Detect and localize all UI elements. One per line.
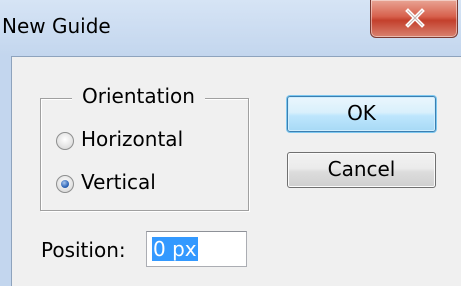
window-title: New Guide bbox=[2, 14, 111, 38]
radio-circle-selected-icon[interactable] bbox=[56, 175, 74, 193]
ok-button[interactable]: OK bbox=[287, 96, 436, 132]
radio-label-horizontal[interactable]: Horizontal bbox=[81, 127, 183, 151]
title-bar[interactable]: New Guide bbox=[0, 0, 461, 56]
position-input[interactable]: 0 px bbox=[146, 231, 247, 267]
cancel-button[interactable]: Cancel bbox=[287, 152, 436, 188]
radio-label-vertical[interactable]: Vertical bbox=[81, 170, 156, 194]
orientation-groupbox bbox=[40, 98, 249, 211]
orientation-legend: Orientation bbox=[72, 84, 205, 108]
position-label: Position: bbox=[41, 238, 126, 262]
radio-dot-icon bbox=[61, 180, 69, 188]
radio-circle-icon[interactable] bbox=[56, 132, 74, 150]
close-button[interactable] bbox=[370, 0, 458, 38]
close-icon bbox=[405, 8, 425, 28]
position-value[interactable]: 0 px bbox=[152, 237, 198, 261]
dialog-window: New Guide Orientation Horizontal Vertica… bbox=[0, 0, 461, 286]
